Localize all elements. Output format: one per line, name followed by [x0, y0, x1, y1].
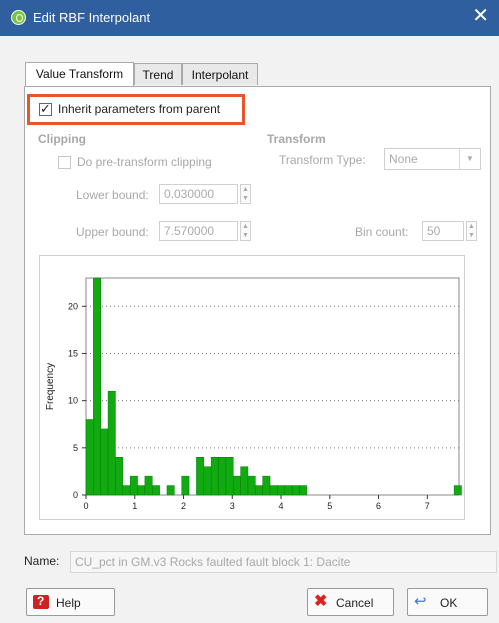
clipping-heading: Clipping: [38, 132, 86, 146]
bin-count-spinner[interactable]: ▲ ▼: [466, 221, 477, 241]
lower-bound-spinner[interactable]: ▲ ▼: [240, 184, 251, 204]
histogram-bar: [203, 466, 212, 496]
histogram-bar: [453, 485, 462, 496]
help-button-label: Help: [56, 596, 81, 610]
inherit-checkbox[interactable]: [39, 101, 52, 117]
histogram-bar: [137, 485, 146, 496]
tab-trend[interactable]: Trend: [134, 63, 182, 85]
histogram-bar: [210, 457, 219, 496]
y-tick-label: 20: [68, 301, 78, 311]
histogram-bar: [262, 475, 271, 496]
histogram-bar: [255, 485, 263, 496]
help-button[interactable]: Help: [26, 588, 115, 616]
upper-bound-label: Upper bound:: [76, 225, 149, 239]
tab-interpolant[interactable]: Interpolant: [182, 63, 258, 85]
histogram-bar: [291, 485, 300, 496]
x-tick-label: 4: [279, 501, 284, 511]
dialog-title: Edit RBF Interpolant: [33, 10, 151, 25]
y-tick-label: 10: [68, 396, 78, 406]
transform-type-select[interactable]: None ▼: [384, 148, 481, 170]
close-icon[interactable]: ✕: [472, 6, 489, 26]
lower-bound-label: Lower bound:: [76, 188, 149, 202]
cancel-button-label: Cancel: [336, 596, 374, 610]
upper-bound-spinner[interactable]: ▲ ▼: [240, 221, 251, 241]
tab-value-transform[interactable]: Value Transform: [25, 62, 134, 86]
transform-type-label: Transform Type:: [279, 153, 366, 167]
bin-count-label: Bin count:: [355, 225, 409, 239]
ok-button-label: OK: [440, 596, 458, 610]
dialog-window: Edit RBF Interpolant ✕ Value Transform T…: [0, 0, 499, 623]
x-tick-label: 5: [327, 501, 332, 511]
histogram-bar: [107, 390, 116, 496]
transform-heading: Transform: [267, 132, 326, 146]
title-bar: Edit RBF Interpolant ✕: [0, 0, 499, 36]
histogram-bar: [152, 485, 160, 496]
histogram-bar: [284, 485, 293, 496]
histogram-bar: [196, 457, 205, 496]
y-tick-label: 15: [68, 348, 78, 358]
histogram-bar: [232, 475, 241, 496]
y-tick-label: 5: [73, 443, 78, 453]
y-axis-label: Frequency: [45, 363, 56, 410]
histogram-bar: [93, 277, 101, 496]
histogram-bar: [218, 457, 227, 496]
histogram-chart: 0 5 10 15 20 0 1 2 3 4 5 6 7 Frequency: [45, 277, 462, 511]
ok-button[interactable]: ↩ OK: [407, 588, 488, 616]
help-icon: [33, 594, 49, 609]
histogram-bar: [122, 485, 131, 496]
upper-bound-input[interactable]: 7.570000: [159, 221, 238, 241]
cancel-button[interactable]: ✖ Cancel: [307, 588, 394, 616]
app-logo-icon: [11, 10, 26, 25]
histogram-bar: [129, 475, 138, 496]
chevron-down-icon[interactable]: ▼: [459, 149, 480, 169]
cancel-x-icon: ✖: [314, 593, 328, 610]
histogram-bar: [181, 475, 190, 496]
x-tick-label: 6: [376, 501, 381, 511]
ok-arrow-icon: ↩: [414, 593, 427, 610]
x-tick-label: 1: [132, 501, 137, 511]
transform-type-value: None: [389, 152, 418, 166]
histogram-bar: [225, 457, 234, 496]
pre-transform-label: Do pre-transform clipping: [77, 155, 212, 169]
name-field[interactable]: CU_pct in GM.v3 Rocks faulted fault bloc…: [70, 551, 497, 573]
histogram-bar: [247, 475, 256, 496]
y-tick-label: 0: [73, 490, 78, 500]
x-tick-label: 0: [83, 501, 88, 511]
plot-area: [85, 277, 460, 496]
histogram-bar: [166, 485, 175, 496]
lower-bound-input[interactable]: 0.030000: [159, 184, 238, 204]
name-label: Name:: [24, 554, 60, 568]
x-tick-label: 2: [181, 501, 186, 511]
x-tick-label: 3: [230, 501, 235, 511]
histogram-bar: [269, 485, 278, 496]
histogram-bar: [299, 485, 308, 496]
x-tick-label: 7: [425, 501, 430, 511]
bin-count-input[interactable]: 50: [422, 221, 464, 241]
histogram-bar: [85, 419, 94, 496]
histogram-frame: 0 5 10 15 20 0 1 2 3 4 5 6 7 Frequency: [39, 255, 465, 520]
histogram-bar: [100, 428, 109, 496]
histogram-bar: [240, 466, 249, 496]
pre-transform-checkbox[interactable]: [58, 156, 71, 169]
histogram-bar: [144, 475, 153, 496]
histogram-bar: [277, 485, 286, 496]
inherit-label[interactable]: Inherit parameters from parent: [58, 102, 220, 116]
histogram-bar: [115, 457, 124, 496]
